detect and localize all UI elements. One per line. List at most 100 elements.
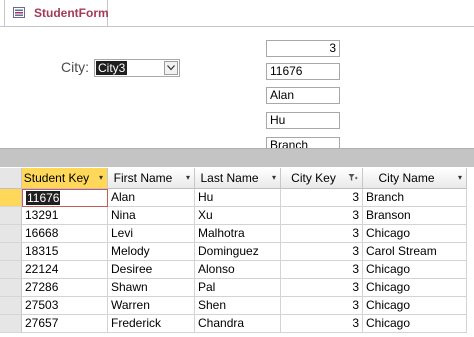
cell-value: Malhotra (198, 226, 245, 240)
cell-value: 3 (352, 208, 359, 222)
cell-first-name[interactable]: Frederick (108, 315, 195, 333)
cell-student-key[interactable]: 18315 (22, 243, 108, 261)
cell-city-name[interactable]: Branson (363, 207, 467, 225)
cell-last-name[interactable]: Alonso (195, 261, 281, 279)
cell-student-key[interactable]: 13291 (22, 207, 108, 225)
record-selector[interactable] (0, 315, 22, 333)
cell-city-key[interactable]: 3 (281, 225, 363, 243)
table-row[interactable]: 11676 Alan Hu 3 Branch (0, 189, 474, 207)
filter-icon[interactable] (348, 168, 358, 191)
cell-last-name[interactable]: Chandra (195, 315, 281, 333)
table-row[interactable]: 22124 Desiree Alonso 3 Chicago (0, 261, 474, 279)
column-header-first-name[interactable]: First Name ▾ (108, 168, 195, 189)
city-key-field[interactable]: 3 (266, 40, 340, 57)
cell-city-key[interactable]: 3 (281, 261, 363, 279)
cell-value: Chicago (366, 280, 411, 294)
cell-first-name[interactable]: Nina (108, 207, 195, 225)
cell-student-key[interactable]: 16668 (22, 225, 108, 243)
cell-first-name[interactable]: Desiree (108, 261, 195, 279)
cell-student-key[interactable]: 27657 (22, 315, 108, 333)
cell-value: 3 (352, 280, 359, 294)
record-selector[interactable] (0, 225, 22, 243)
cell-city-name[interactable]: Carol Stream (363, 243, 467, 261)
cell-value: 11676 (26, 191, 61, 205)
tab-label: StudentForm (34, 6, 109, 20)
chevron-down-icon[interactable]: ▾ (272, 168, 276, 188)
cell-last-name[interactable]: Malhotra (195, 225, 281, 243)
table-row[interactable]: 18315 Melody Dominguez 3 Carol Stream (0, 243, 474, 261)
city-combobox[interactable]: City3 (94, 59, 180, 77)
cell-city-name[interactable]: Chicago (363, 315, 467, 333)
cell-last-name[interactable]: Xu (195, 207, 281, 225)
table-row[interactable]: 16668 Levi Malhotra 3 Chicago (0, 225, 474, 243)
column-header-label: First Name (113, 171, 173, 185)
form-splitter-bar[interactable] (0, 148, 474, 167)
cell-student-key[interactable]: 27286 (22, 279, 108, 297)
cell-first-name[interactable]: Melody (108, 243, 195, 261)
cell-first-name[interactable]: Shawn (108, 279, 195, 297)
record-selector[interactable] (0, 189, 22, 207)
table-row[interactable]: 27503 Warren Shen 3 Chicago (0, 297, 474, 315)
cell-student-key[interactable]: 27503 (22, 297, 108, 315)
cell-city-name[interactable]: Chicago (363, 297, 467, 315)
cell-city-key[interactable]: 3 (281, 279, 363, 297)
chevron-down-icon[interactable] (164, 61, 178, 75)
datasheet: Student Key ▾ First Name ▾ Last Name ▾ C… (0, 168, 474, 337)
cell-value: 3 (352, 226, 359, 240)
table-row[interactable]: 27657 Frederick Chandra 3 Chicago (0, 315, 474, 333)
select-all-corner[interactable] (0, 168, 22, 189)
student-key-field[interactable]: 11676 (266, 63, 340, 80)
first-name-field[interactable]: Alan (266, 87, 340, 104)
column-header-city-name[interactable]: City Name ▾ (363, 168, 467, 189)
chevron-down-icon[interactable]: ▾ (99, 168, 103, 188)
cell-last-name[interactable]: Shen (195, 297, 281, 315)
cell-value: Dominguez (198, 244, 259, 258)
cell-value: Shawn (111, 280, 148, 294)
cell-value: Carol Stream (366, 244, 437, 258)
column-header-student-key[interactable]: Student Key ▾ (22, 168, 108, 189)
chevron-down-icon[interactable]: ▾ (186, 168, 190, 188)
cell-value: Pal (198, 280, 216, 294)
cell-student-key[interactable]: 11676 (22, 189, 108, 207)
record-selector[interactable] (0, 279, 22, 297)
cell-city-key[interactable]: 3 (281, 207, 363, 225)
cell-first-name[interactable]: Alan (108, 189, 195, 207)
cell-value: Chicago (366, 226, 411, 240)
record-selector[interactable] (0, 207, 22, 225)
cell-last-name[interactable]: Hu (195, 189, 281, 207)
chevron-down-icon[interactable]: ▾ (458, 168, 462, 188)
cell-student-key[interactable]: 22124 (22, 261, 108, 279)
cell-city-name[interactable]: Chicago (363, 261, 467, 279)
last-name-field[interactable]: Hu (266, 112, 340, 129)
record-selector[interactable] (0, 243, 22, 261)
column-header-last-name[interactable]: Last Name ▾ (195, 168, 281, 189)
cell-last-name[interactable]: Pal (195, 279, 281, 297)
cell-city-name[interactable]: Chicago (363, 279, 467, 297)
cell-value: 27503 (25, 298, 59, 312)
cell-value: 18315 (25, 244, 59, 258)
cell-city-key[interactable]: 3 (281, 315, 363, 333)
tab-studentform[interactable]: StudentForm (4, 0, 109, 26)
table-row[interactable]: 27286 Shawn Pal 3 Chicago (0, 279, 474, 297)
city-name-field[interactable]: Branch (266, 137, 340, 148)
cell-last-name[interactable]: Dominguez (195, 243, 281, 261)
record-selector[interactable] (0, 297, 22, 315)
cell-first-name[interactable]: Levi (108, 225, 195, 243)
cell-value: 3 (352, 316, 359, 330)
cell-first-name[interactable]: Warren (108, 297, 195, 315)
city-combo-value[interactable]: City3 (96, 61, 128, 75)
cell-city-key[interactable]: 3 (281, 189, 363, 207)
cell-value: Desiree (111, 262, 153, 276)
cell-value: Shen (198, 298, 227, 312)
cell-value: Melody (111, 244, 150, 258)
cell-city-name[interactable]: Branch (363, 189, 467, 207)
column-header-label: Last Name (200, 171, 259, 185)
cell-value: Levi (111, 226, 134, 240)
cell-city-key[interactable]: 3 (281, 243, 363, 261)
cell-city-key[interactable]: 3 (281, 297, 363, 315)
table-row[interactable]: 13291 Nina Xu 3 Branson (0, 207, 474, 225)
cell-value: Chicago (366, 262, 411, 276)
record-selector[interactable] (0, 261, 22, 279)
column-header-city-key[interactable]: City Key (281, 168, 363, 189)
cell-city-name[interactable]: Chicago (363, 225, 467, 243)
